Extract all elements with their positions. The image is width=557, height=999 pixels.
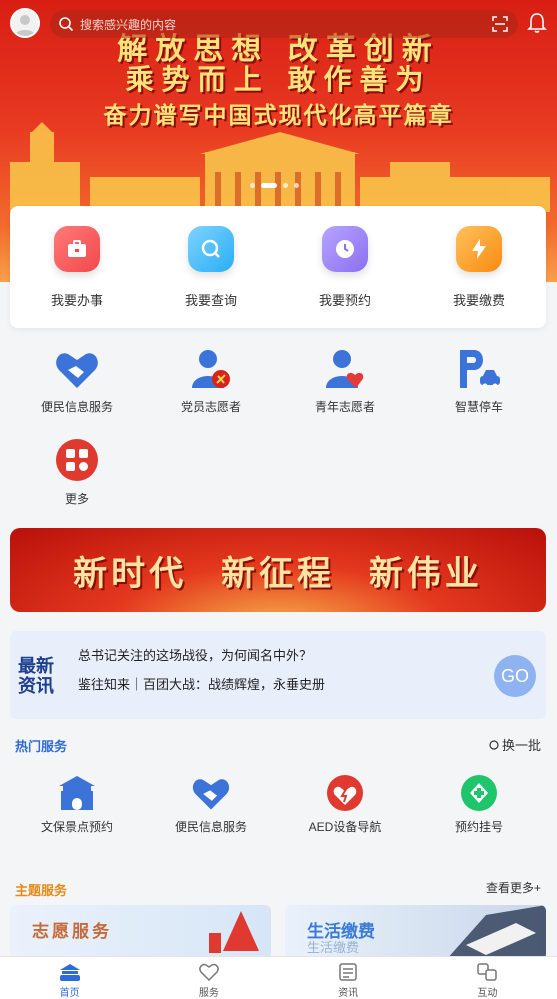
aed-icon xyxy=(327,775,363,811)
tab-label: 服务 xyxy=(198,988,219,999)
search-bar[interactable]: 搜索感兴趣的内容 xyxy=(50,10,518,38)
grid-item-party-volunteer[interactable]: 党员志愿者 xyxy=(144,338,278,428)
tab-label: 首页 xyxy=(59,988,80,999)
service-query[interactable]: 我要查询 xyxy=(144,206,278,328)
theme-cards: 志愿服务 生活缴费 生活缴费 xyxy=(10,905,546,960)
news-tag-line2: 资讯 xyxy=(18,676,54,697)
home-icon xyxy=(59,964,80,981)
hot-item-heritage-booking[interactable]: 文保景点预约 xyxy=(10,774,144,835)
carousel-dot-active[interactable] xyxy=(261,183,277,188)
briefcase-icon xyxy=(54,226,100,272)
service-label: 我要缴费 xyxy=(452,293,505,308)
hot-item-registration[interactable]: 预约挂号 xyxy=(412,774,546,835)
scan-icon[interactable] xyxy=(492,16,508,32)
hot-item-label: 文保景点预约 xyxy=(40,820,113,834)
refresh-icon xyxy=(489,739,499,750)
tab-interaction[interactable]: 互动 xyxy=(418,957,557,999)
youth-volunteer-icon xyxy=(326,350,364,388)
service-label: 我要预约 xyxy=(318,293,371,308)
services-grid: 便民信息服务 党员志愿者 青年志愿者 智慧停车 更多 xyxy=(10,338,546,518)
carousel-indicator[interactable] xyxy=(250,183,299,188)
medical-cross-icon xyxy=(461,775,497,811)
news-headline[interactable]: 总书记关注的这场战役，为何闻名中外？ xyxy=(78,645,312,664)
tab-label: 资讯 xyxy=(338,988,359,999)
grid-item-convenience-info[interactable]: 便民信息服务 xyxy=(10,338,144,428)
payment-illustration xyxy=(446,905,546,960)
go-button[interactable]: GO xyxy=(494,655,536,697)
parking-icon xyxy=(460,350,500,389)
service-handle-affairs[interactable]: 我要办事 xyxy=(10,206,144,328)
avatar[interactable] xyxy=(10,8,40,38)
hot-item-label: AED设备导航 xyxy=(308,820,382,834)
grid-item-label: 青年志愿者 xyxy=(314,400,375,414)
pavilion-icon xyxy=(59,776,95,810)
interaction-icon xyxy=(477,963,498,981)
promo-banner[interactable]: 新时代 新征程 新伟业 xyxy=(10,528,546,612)
theme-card-volunteer[interactable]: 志愿服务 xyxy=(10,905,271,960)
hot-item-label: 便民信息服务 xyxy=(174,820,247,834)
search-icon xyxy=(188,226,234,272)
news-icon xyxy=(339,963,357,981)
party-volunteer-icon xyxy=(192,350,230,388)
theme-card-subtitle: 生活缴费 xyxy=(307,940,360,955)
more-apps-icon xyxy=(56,439,98,481)
tab-service[interactable]: 服务 xyxy=(139,957,278,999)
theme-card-title: 志愿服务 xyxy=(32,922,112,942)
tab-news[interactable]: 资讯 xyxy=(279,957,418,999)
news-tag-line1: 最新 xyxy=(18,656,54,677)
flag-illustration xyxy=(209,911,259,953)
carousel-dot[interactable] xyxy=(283,183,288,188)
search-icon xyxy=(59,17,74,32)
hero-slogan-line2: 乘势而上 敢作善为 xyxy=(125,63,432,96)
clock-icon xyxy=(322,226,368,272)
view-more-link[interactable]: 查看更多+ xyxy=(486,879,541,896)
skyline-illustration xyxy=(10,122,550,212)
grid-item-smart-parking[interactable]: 智慧停车 xyxy=(412,338,546,428)
tab-home[interactable]: 首页 xyxy=(0,957,139,999)
service-payment[interactable]: 我要缴费 xyxy=(412,206,546,328)
refresh-label: 换一批 xyxy=(501,738,541,753)
news-block[interactable]: 最新 资讯 总书记关注的这场战役，为何闻名中外？ 鉴往知来｜百团大战：战绩辉煌，… xyxy=(10,631,546,719)
carousel-dot[interactable] xyxy=(250,183,255,188)
theme-services-title: 主题服务 xyxy=(15,883,68,898)
search-placeholder: 搜索感兴趣的内容 xyxy=(80,18,177,32)
grid-item-youth-volunteer[interactable]: 青年志愿者 xyxy=(278,338,412,428)
service-label: 我要办事 xyxy=(50,293,103,308)
hot-services-row: 文保景点预约 便民信息服务 AED设备导航 预约挂号 xyxy=(10,774,546,835)
grid-item-label: 更多 xyxy=(64,492,89,506)
grid-item-more[interactable]: 更多 xyxy=(10,428,144,518)
theme-card-life-payment[interactable]: 生活缴费 生活缴费 xyxy=(285,905,546,960)
bottom-tab-bar: 首页 服务 资讯 互动 xyxy=(0,956,557,999)
tab-label: 互动 xyxy=(477,988,498,999)
handshake-heart-icon xyxy=(192,779,230,810)
refresh-button[interactable]: 换一批 xyxy=(489,735,541,754)
news-headline[interactable]: 鉴往知来｜百团大战：战绩辉煌，永垂史册 xyxy=(78,674,325,693)
hot-services-title: 热门服务 xyxy=(15,739,68,754)
promo-text: 新时代 新征程 新伟业 xyxy=(73,553,483,594)
hot-item-label: 预约挂号 xyxy=(454,820,503,834)
hot-item-aed-navigation[interactable]: AED设备导航 xyxy=(278,774,412,835)
user-avatar-icon xyxy=(15,15,35,36)
news-tag: 最新 资讯 xyxy=(18,657,54,697)
handshake-heart-icon xyxy=(56,353,98,388)
carousel-dot[interactable] xyxy=(294,183,299,188)
heart-service-icon xyxy=(199,963,219,982)
service-appointment[interactable]: 我要预约 xyxy=(278,206,412,328)
grid-item-label: 便民信息服务 xyxy=(40,400,113,414)
top-bar: 搜索感兴趣的内容 xyxy=(0,8,557,40)
grid-item-label: 智慧停车 xyxy=(454,400,503,414)
hot-item-convenience-info[interactable]: 便民信息服务 xyxy=(144,774,278,835)
service-label: 我要查询 xyxy=(184,293,237,308)
hero-slogan-line3: 奋力谱写中国式现代化高平篇章 xyxy=(103,102,454,129)
lightning-icon xyxy=(456,226,502,272)
bell-icon[interactable] xyxy=(527,12,547,34)
grid-item-label: 党员志愿者 xyxy=(180,400,241,414)
main-services-card: 我要办事 我要查询 我要预约 我要缴费 xyxy=(10,206,546,328)
